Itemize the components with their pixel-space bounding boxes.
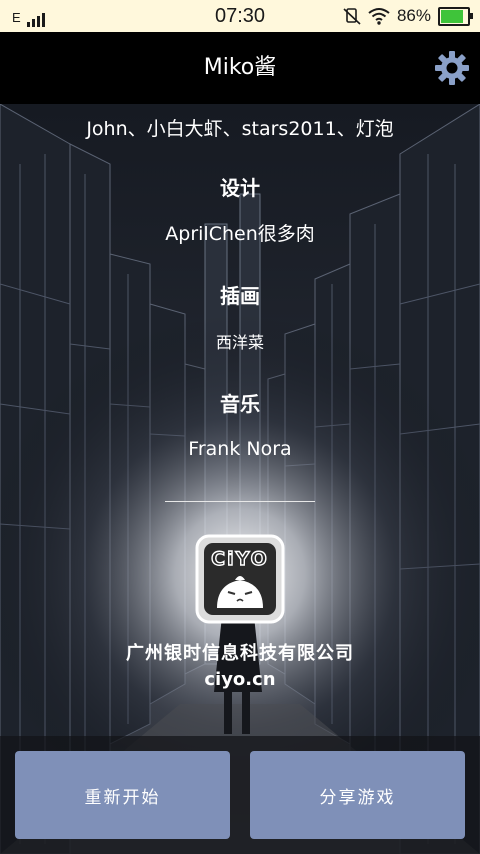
gear-icon[interactable] [434, 50, 470, 86]
battery-icon [438, 6, 473, 26]
ciyo-logo: CiYO [195, 534, 285, 624]
title-bar: Miko酱 [0, 32, 480, 104]
design-heading: 设计 [220, 176, 260, 200]
illustration-heading: 插画 [220, 284, 260, 308]
action-bar: 重新开始 分享游戏 [0, 736, 480, 854]
design-credit: AprilChen很多肉 [165, 223, 315, 245]
battery-level [441, 9, 464, 23]
wifi-icon [368, 8, 390, 25]
share-button[interactable]: 分享游戏 [250, 751, 465, 839]
battery-percent: 86% [396, 6, 431, 25]
contributors-list: John、小白大虾、stars2011、灯泡 [86, 118, 394, 140]
illustration-credit: 西洋菜 [215, 333, 264, 352]
divider [165, 501, 315, 502]
music-credit: Frank Nora [188, 438, 292, 460]
company-name: 广州银时信息科技有限公司 [126, 643, 354, 664]
company-website: ciyo.cn [204, 669, 276, 690]
status-bar: E 07:30 86% [0, 0, 480, 32]
svg-text:CiYO: CiYO [211, 548, 269, 570]
mute-icon [343, 8, 361, 25]
restart-button[interactable]: 重新开始 [15, 751, 230, 839]
music-heading: 音乐 [220, 392, 260, 416]
status-right: 86% [343, 5, 473, 27]
page-title: Miko酱 [203, 55, 277, 80]
